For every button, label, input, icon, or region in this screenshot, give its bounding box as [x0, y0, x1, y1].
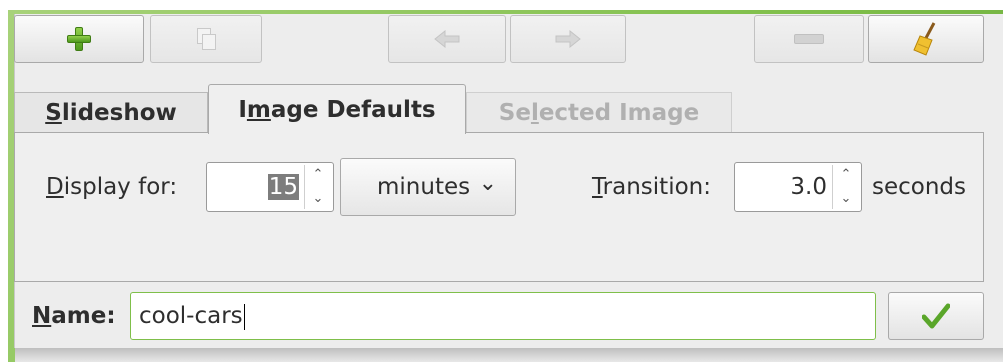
- duplicate-button[interactable]: [150, 15, 262, 63]
- plus-icon: [67, 27, 91, 51]
- transition-arrows[interactable]: ⌃ ⌄: [832, 165, 859, 209]
- display-for-label: Display for:: [46, 174, 178, 200]
- transition-unit-label: seconds: [872, 174, 967, 200]
- clear-button[interactable]: [868, 15, 984, 63]
- chevron-down-icon: ⌄: [478, 171, 497, 196]
- minus-icon: [794, 34, 824, 44]
- transition-label: Transition:: [592, 174, 711, 200]
- tab-slideshow[interactable]: Slideshow: [14, 92, 208, 132]
- tab-slideshow-label: Slideshow: [45, 99, 177, 126]
- next-button[interactable]: [510, 15, 626, 63]
- copy-icon: [197, 28, 216, 50]
- tab-selected-image-label: Selected Image: [498, 99, 700, 126]
- transition-spinner[interactable]: 3.0 ⌃ ⌄: [734, 162, 862, 212]
- chevron-down-icon[interactable]: ⌄: [313, 189, 324, 209]
- chevron-up-icon[interactable]: ⌃: [313, 165, 324, 185]
- tab-image-defaults[interactable]: Image Defaults: [208, 84, 466, 134]
- checkmark-icon: [922, 303, 950, 329]
- apply-button[interactable]: [888, 292, 984, 340]
- tab-selected-image[interactable]: Selected Image: [466, 92, 732, 132]
- remove-button[interactable]: [754, 15, 864, 63]
- display-unit-value: minutes: [377, 174, 471, 200]
- display-duration-arrows[interactable]: ⌃ ⌄: [304, 165, 331, 209]
- name-label: Name:: [32, 303, 116, 329]
- transition-value: 3.0: [790, 174, 827, 200]
- chevron-up-icon[interactable]: ⌃: [841, 165, 852, 185]
- name-input[interactable]: cool-cars: [130, 292, 876, 340]
- broom-icon: [913, 22, 936, 56]
- previous-button[interactable]: [388, 15, 506, 63]
- left-arrow-icon: [434, 30, 460, 48]
- right-arrow-icon: [555, 30, 581, 48]
- display-unit-select[interactable]: minutes ⌄: [340, 158, 516, 216]
- chevron-down-icon[interactable]: ⌄: [841, 189, 852, 209]
- add-button[interactable]: [14, 15, 144, 63]
- display-duration-value: 15: [267, 174, 299, 200]
- display-duration-spinner[interactable]: 15 ⌃ ⌄: [206, 162, 334, 212]
- tab-image-defaults-label: Image Defaults: [238, 96, 436, 123]
